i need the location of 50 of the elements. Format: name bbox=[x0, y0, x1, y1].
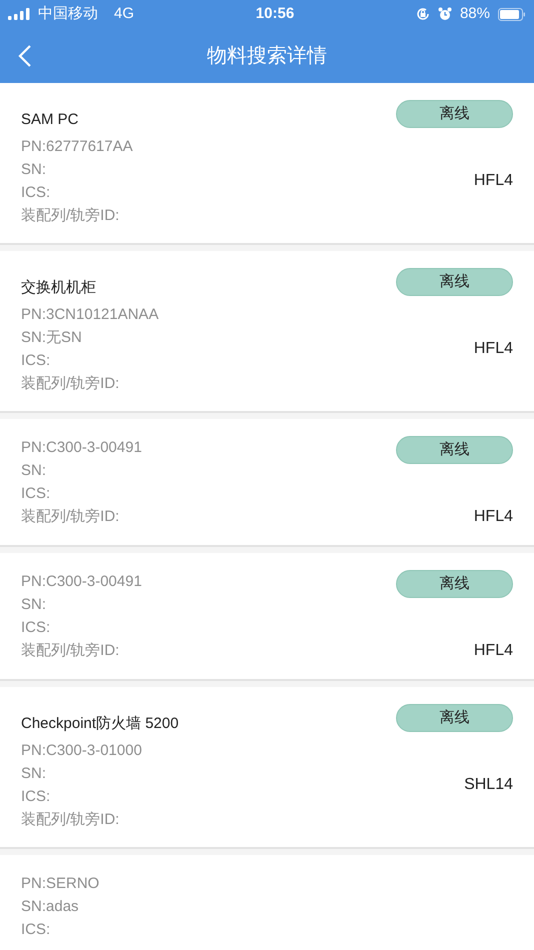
signal-icon bbox=[8, 8, 30, 20]
ics-label: ICS: bbox=[21, 787, 52, 807]
serial-number: SN: bbox=[21, 160, 48, 180]
location-code: HFL4 bbox=[474, 171, 513, 191]
part-number: PN:62777617AA bbox=[21, 137, 133, 157]
location-code: SHL14 bbox=[464, 775, 513, 795]
part-number: PN:C300-3-00491 bbox=[21, 438, 142, 458]
rotation-lock-icon bbox=[416, 7, 430, 21]
location-code: HFL4 bbox=[474, 507, 513, 527]
item-title: Checkpoint防火墙 5200 bbox=[21, 714, 179, 734]
ics-label: ICS: bbox=[21, 351, 52, 371]
status-badge: 离线 bbox=[396, 100, 513, 128]
ics-label: ICS: bbox=[21, 183, 52, 203]
network-type: 4G bbox=[114, 4, 134, 24]
ics-label: ICS: bbox=[21, 484, 52, 504]
part-number: PN:C300-3-01000 bbox=[21, 741, 143, 761]
location-code: HFL4 bbox=[474, 339, 513, 359]
serial-number: SN: bbox=[21, 461, 48, 481]
item-title: SAM PC bbox=[21, 110, 80, 130]
item-card[interactable]: SAM PC PN:62777617AA SN: ICS: 装配列/轨旁ID: 离线 HFL4 bbox=[0, 83, 534, 245]
part-number: PN:SERNO bbox=[21, 874, 100, 894]
ics-label: ICS: bbox=[21, 618, 52, 638]
ics-label: ICS: bbox=[21, 920, 52, 940]
part-number: PN:3CN10121ANAA bbox=[21, 305, 159, 325]
serial-number: SN:无SN bbox=[21, 328, 83, 348]
serial-number: SN: bbox=[21, 764, 48, 784]
item-card[interactable]: Checkpoint防火墙 5200 PN:C300-3-01000 SN: ICS: 装配列/轨旁ID: 离线 SHL14 bbox=[0, 687, 534, 849]
track-id-label: 装配列/轨旁ID: bbox=[21, 374, 120, 394]
track-id-label: 装配列/轨旁ID: bbox=[21, 507, 120, 527]
location-code: HFL4 bbox=[474, 641, 513, 661]
part-number: PN:C300-3-00491 bbox=[21, 572, 142, 592]
page-title: 物料搜索详情 bbox=[207, 44, 327, 68]
status-badge: 离线 bbox=[396, 436, 513, 464]
serial-number: SN: bbox=[21, 595, 48, 615]
track-id-label: 装配列/轨旁ID: bbox=[21, 810, 120, 830]
track-id-label: 装配列/轨旁ID: bbox=[21, 206, 120, 226]
serial-number: SN:adas bbox=[21, 897, 80, 917]
clock-time: 10:56 bbox=[256, 4, 294, 24]
item-card[interactable]: 交换机机柜 PN:3CN10121ANAA SN:无SN ICS: 装配列/轨旁ID: 离线 HFL4 bbox=[0, 251, 534, 413]
status-badge: 离线 bbox=[396, 704, 513, 732]
battery-icon bbox=[498, 8, 526, 20]
alarm-icon bbox=[438, 7, 452, 21]
item-card[interactable]: PN:C300-3-00491 SN: ICS: 装配列/轨旁ID: 离线 HFL4 bbox=[0, 553, 534, 681]
carrier-name: 中国移动 bbox=[38, 4, 98, 24]
battery-percent: 88% bbox=[460, 4, 490, 24]
track-id-label: 装配列/轨旁ID: bbox=[21, 641, 120, 661]
status-badge: 离线 bbox=[396, 268, 513, 296]
status-badge: 离线 bbox=[396, 570, 513, 598]
item-card[interactable]: PN:C300-3-00491 SN: ICS: 装配列/轨旁ID: 离线 HFL4 bbox=[0, 419, 534, 547]
item-title: 交换机机柜 bbox=[21, 278, 97, 298]
